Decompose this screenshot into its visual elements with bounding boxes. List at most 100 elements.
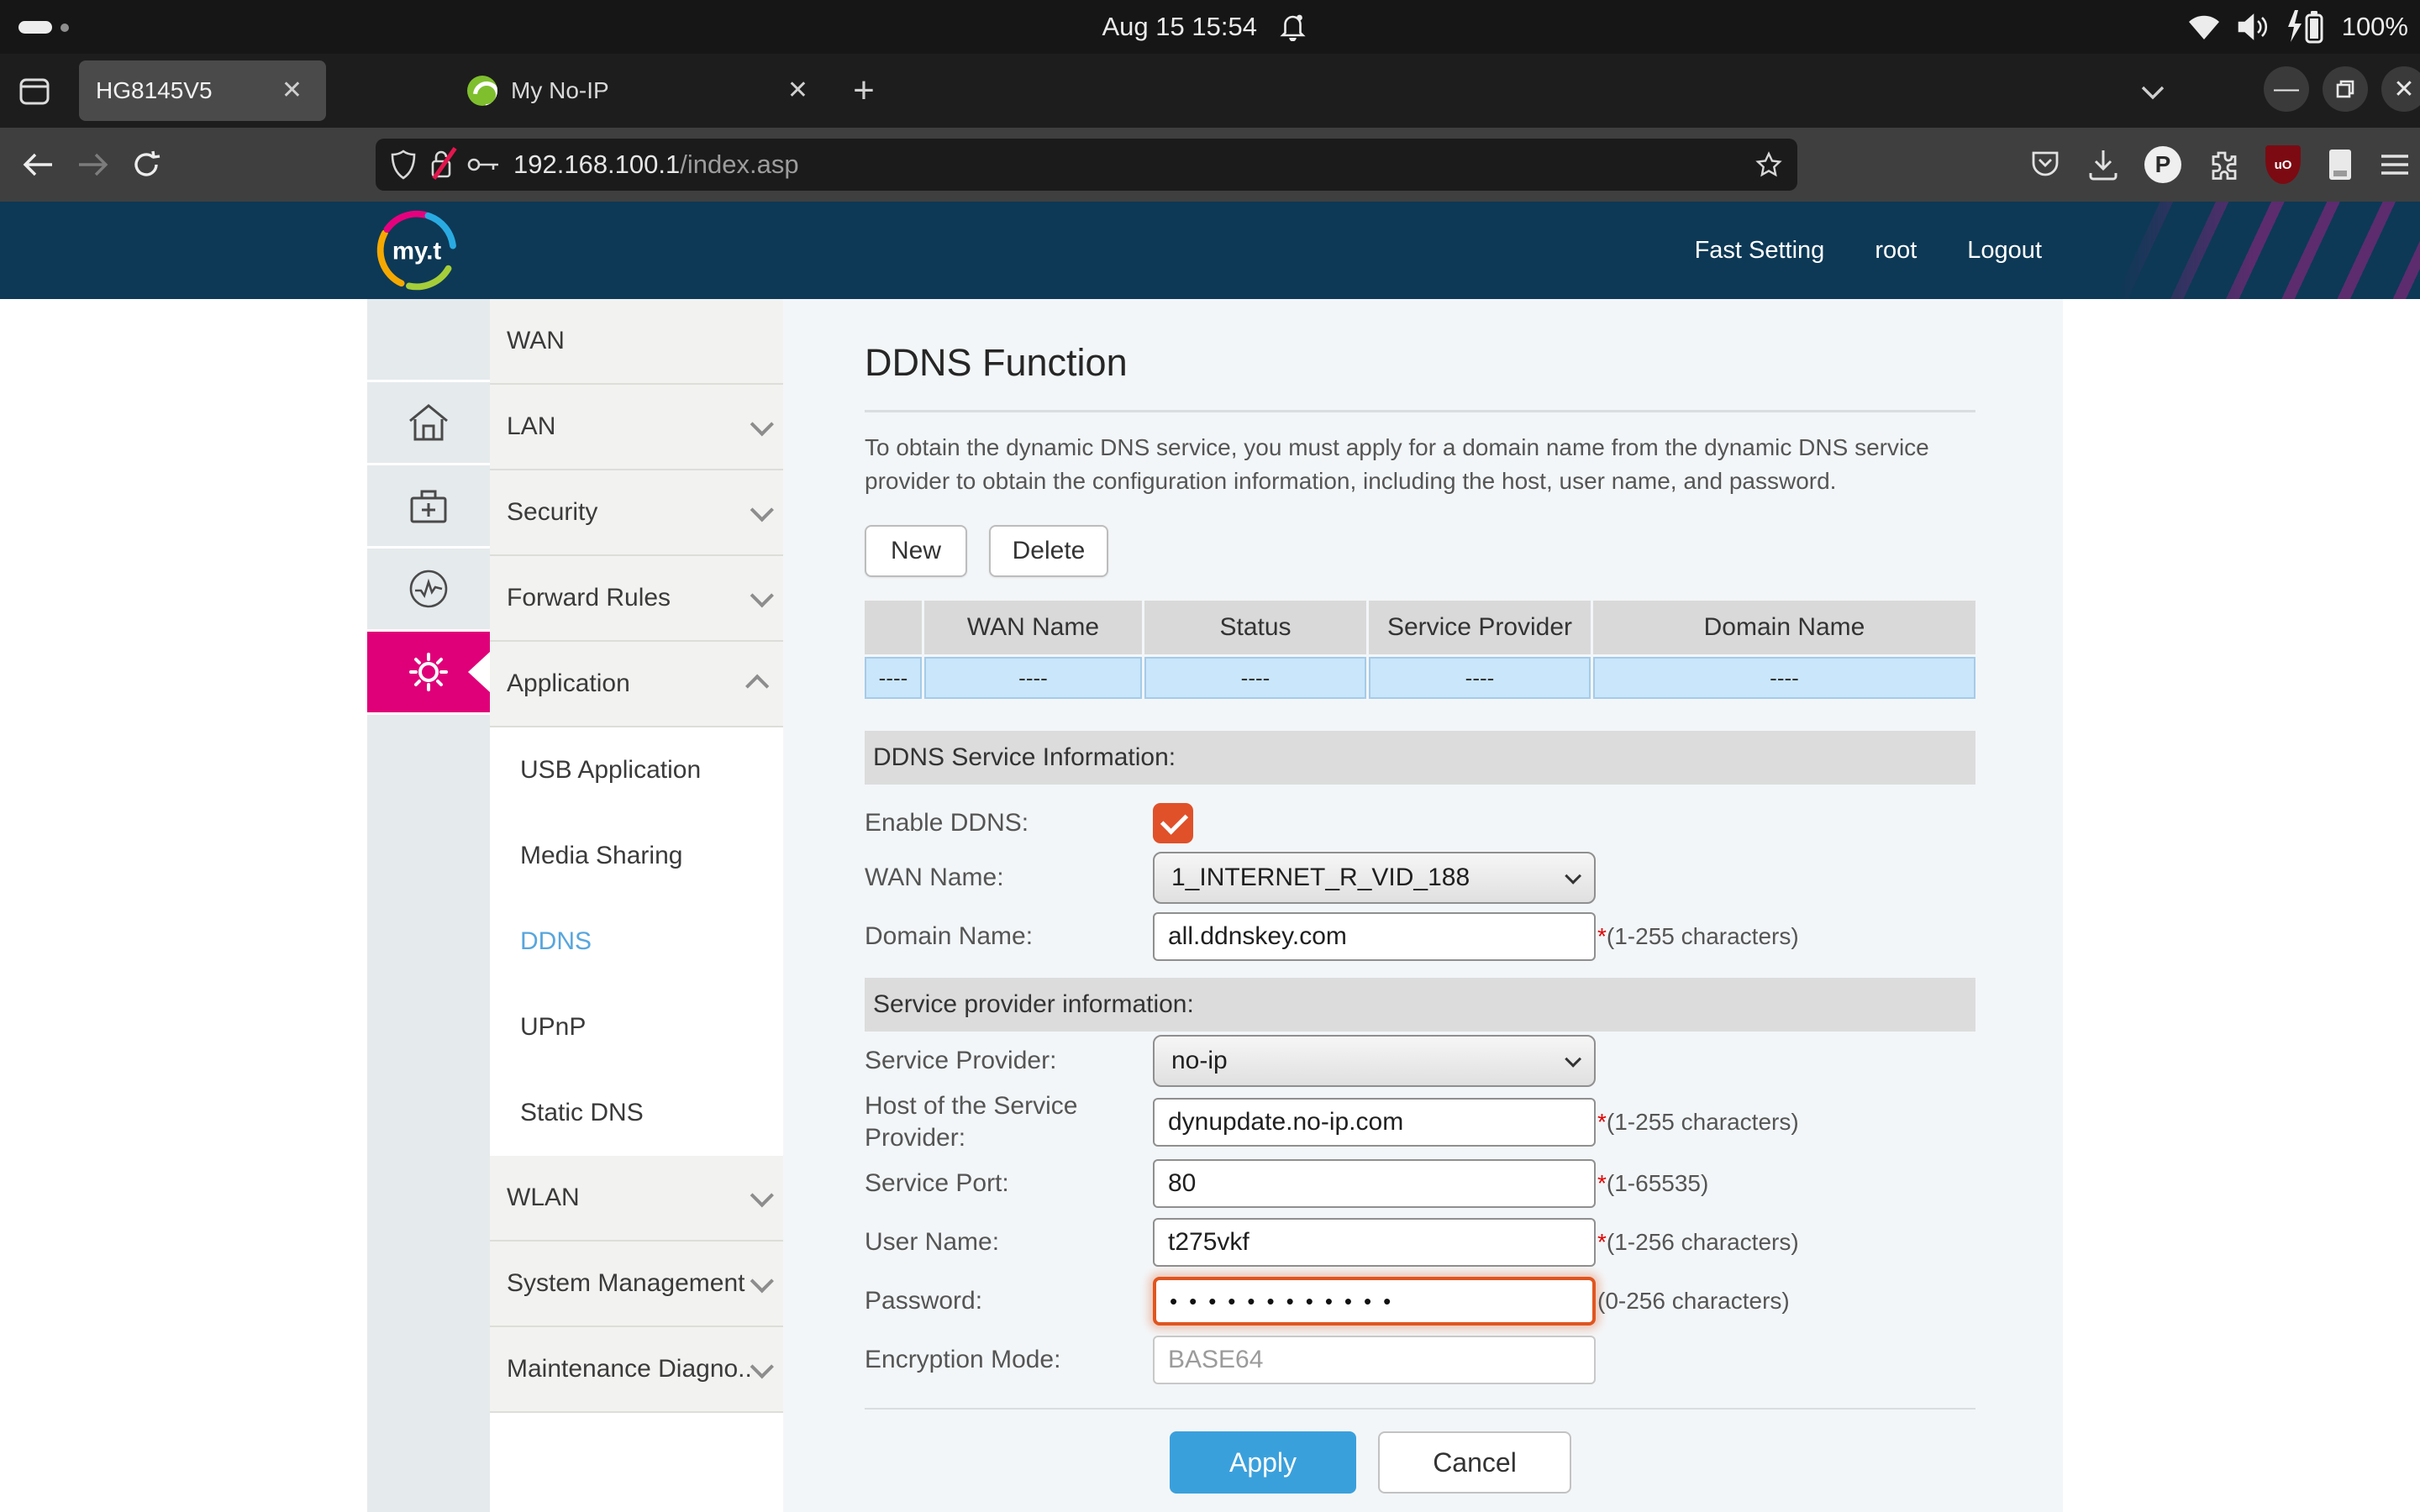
window-maximize-button[interactable]: [2323, 66, 2368, 112]
reader-page-icon[interactable]: [2326, 147, 2354, 182]
host-hint: *(1-255 characters): [1597, 1109, 1799, 1136]
system-bar: Aug 15 15:54 100%: [0, 0, 2420, 54]
download-icon[interactable]: [2087, 148, 2119, 181]
key-icon[interactable]: [466, 155, 500, 174]
host-label: Host of the Service Provider:: [865, 1090, 1153, 1154]
chevron-down-icon: [750, 412, 774, 436]
table-row-cell[interactable]: ----: [1593, 657, 1975, 699]
menu-hamburger-icon[interactable]: [2380, 153, 2410, 176]
extensions-puzzle-icon[interactable]: [2207, 148, 2240, 181]
battery-charging-icon[interactable]: [2285, 8, 2327, 45]
router-header: my.t Fast Setting root Logout: [0, 202, 2420, 299]
menu-item-forward-rules[interactable]: Forward Rules: [490, 556, 783, 642]
title-divider: [865, 410, 1975, 412]
service-provider-select[interactable]: no-ip: [1153, 1035, 1596, 1087]
menu-item-maintenance-diagnose[interactable]: Maintenance Diagno...: [490, 1327, 783, 1413]
rail-toolbox-icon[interactable]: [367, 465, 490, 549]
menu-item-security[interactable]: Security: [490, 470, 783, 556]
volume-icon[interactable]: [2236, 13, 2270, 41]
rail-home-icon[interactable]: [367, 382, 490, 465]
shield-icon[interactable]: [391, 150, 416, 180]
table-row-cell[interactable]: ----: [1144, 657, 1366, 699]
delete-button[interactable]: Delete: [989, 525, 1108, 577]
host-input[interactable]: [1153, 1098, 1596, 1147]
tab-close-icon[interactable]: ✕: [781, 75, 815, 107]
table-row-cell[interactable]: ----: [865, 657, 922, 699]
tab-router[interactable]: HG8145V5 ✕: [79, 60, 326, 121]
service-port-input[interactable]: [1153, 1159, 1596, 1208]
tab-close-icon[interactable]: ✕: [275, 75, 309, 107]
service-port-label: Service Port:: [865, 1168, 1153, 1200]
wan-name-select[interactable]: 1_INTERNET_R_VID_188: [1153, 852, 1596, 904]
user-name-hint: *(1-256 characters): [1597, 1229, 1799, 1256]
enable-ddns-checkbox[interactable]: [1153, 803, 1193, 843]
user-name-input[interactable]: [1153, 1218, 1596, 1267]
new-tab-button[interactable]: +: [840, 67, 887, 114]
list-all-tabs-icon[interactable]: [2129, 72, 2176, 113]
chevron-down-icon: [750, 1355, 774, 1378]
table-header-wan-name: WAN Name: [924, 601, 1142, 654]
tab-noip[interactable]: My No-IP ✕: [454, 60, 829, 121]
chevron-down-icon: [1565, 1051, 1581, 1068]
forward-button[interactable]: [66, 138, 119, 192]
notification-bell-icon[interactable]: [1281, 13, 1306, 41]
menu-item-wan[interactable]: WAN: [490, 299, 783, 385]
table-header-status: Status: [1144, 601, 1366, 654]
nav-user-root[interactable]: root: [1875, 237, 1917, 265]
form-divider: [865, 1408, 1975, 1410]
firefox-view-icon[interactable]: [18, 76, 50, 108]
menu-item-upnp[interactable]: UPnP: [490, 984, 783, 1070]
menu-item-ddns[interactable]: DDNS: [490, 899, 783, 984]
rail-application-icon[interactable]: [367, 632, 490, 715]
chevron-down-icon: [750, 1184, 774, 1207]
table-row-cell[interactable]: ----: [1369, 657, 1591, 699]
url-text[interactable]: 192.168.100.1/index.asp: [513, 150, 1742, 180]
bookmark-star-icon[interactable]: [1755, 151, 1782, 178]
password-input[interactable]: [1153, 1277, 1596, 1326]
back-button[interactable]: [12, 138, 66, 192]
tab-title: My No-IP: [511, 77, 781, 104]
browser-toolbar: 192.168.100.1/index.asp P uO: [0, 128, 2420, 202]
domain-name-hint: *(1-255 characters): [1597, 923, 1799, 950]
wifi-icon[interactable]: [2187, 13, 2221, 40]
pocket-icon[interactable]: [2028, 148, 2062, 181]
nav-fast-setting[interactable]: Fast Setting: [1695, 237, 1825, 265]
reload-button[interactable]: [119, 138, 173, 192]
domain-name-input[interactable]: [1153, 912, 1596, 961]
window-close-button[interactable]: ✕: [2381, 66, 2420, 112]
menu-item-media-sharing[interactable]: Media Sharing: [490, 813, 783, 899]
nav-logout[interactable]: Logout: [1967, 237, 2042, 265]
menu-item-application[interactable]: Application: [490, 642, 783, 727]
menu-item-system-management[interactable]: System Management: [490, 1242, 783, 1327]
table-header-domain-name: Domain Name: [1593, 601, 1975, 654]
insecure-lock-icon[interactable]: [429, 150, 453, 180]
ublock-origin-icon[interactable]: uO: [2265, 145, 2301, 184]
service-port-hint: *(1-65535): [1597, 1170, 1708, 1197]
privacy-badger-icon[interactable]: P: [2144, 146, 2181, 183]
window-minimize-button[interactable]: —: [2264, 66, 2309, 112]
rail-diagnose-icon[interactable]: [367, 549, 490, 632]
user-name-label: User Name:: [865, 1226, 1153, 1258]
section-ddns-service-information: DDNS Service Information:: [865, 731, 1975, 785]
active-notch: [468, 652, 490, 692]
table-header-select: [865, 601, 922, 654]
table-row-cell[interactable]: ----: [924, 657, 1142, 699]
sidebar-menu: WAN LAN Security Forward Rules Applicati…: [490, 299, 783, 1413]
workspace-dot: [60, 24, 69, 32]
menu-item-wlan[interactable]: WLAN: [490, 1156, 783, 1242]
password-label: Password:: [865, 1285, 1153, 1317]
url-bar[interactable]: 192.168.100.1/index.asp: [376, 139, 1797, 191]
chevron-down-icon: [750, 1269, 774, 1293]
page-title: DDNS Function: [865, 341, 1976, 385]
encryption-mode-label: Encryption Mode:: [865, 1344, 1153, 1376]
new-button[interactable]: New: [865, 525, 967, 577]
sidebar-icon-rail: [367, 299, 490, 1512]
clock[interactable]: Aug 15 15:54: [1102, 12, 1256, 42]
tab-title: HG8145V5: [96, 77, 275, 104]
menu-item-usb-application[interactable]: USB Application: [490, 727, 783, 813]
menu-item-lan[interactable]: LAN: [490, 385, 783, 470]
rail-cell-empty: [367, 299, 490, 382]
cancel-button[interactable]: Cancel: [1378, 1431, 1571, 1494]
menu-item-static-dns[interactable]: Static DNS: [490, 1070, 783, 1156]
apply-button[interactable]: Apply: [1170, 1431, 1356, 1494]
